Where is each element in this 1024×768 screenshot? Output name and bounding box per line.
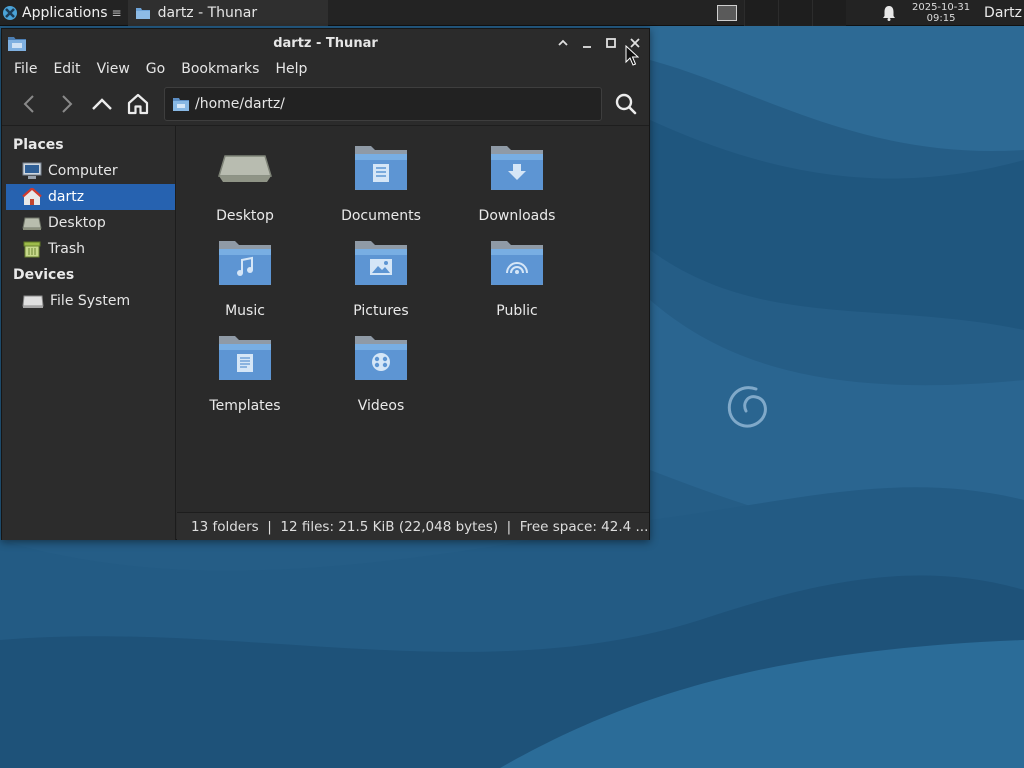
sidebar-item-label: Trash (48, 241, 85, 257)
workspace-preview (717, 4, 738, 21)
file-item-music[interactable]: Music (177, 229, 313, 319)
clock[interactable]: 2025-10-31 09:15 (904, 0, 978, 26)
menu-view[interactable]: View (89, 61, 138, 77)
title-bar[interactable]: dartz - Thunar (2, 29, 649, 57)
places-header: Places (13, 137, 64, 153)
back-button[interactable] (12, 86, 48, 122)
file-item-label: Videos (357, 398, 405, 414)
notification-bell-icon[interactable] (874, 0, 904, 26)
file-view[interactable]: Desktop Documents Downloads Music Pictur… (177, 126, 649, 512)
maximize-icon (606, 38, 616, 48)
file-manager-icon (8, 37, 26, 51)
maximize-button[interactable] (601, 33, 621, 53)
file-item-label: Templates (209, 398, 281, 414)
clock-time: 09:15 (926, 12, 956, 24)
file-item-documents[interactable]: Documents (313, 134, 449, 224)
templates-folder-icon (219, 336, 271, 380)
chevron-up-icon (92, 98, 112, 110)
applications-menu-button[interactable]: Applications ≡ (0, 0, 126, 26)
home-button[interactable] (120, 86, 156, 122)
sidebar-item-desktop[interactable]: Desktop (2, 210, 175, 236)
main-area: Places Computer dartz Desktop Trash Devi… (2, 125, 649, 540)
documents-folder-icon (355, 146, 407, 190)
file-item-label: Desktop (216, 208, 274, 224)
file-item-downloads[interactable]: Downloads (449, 134, 585, 224)
menu-file[interactable]: File (6, 61, 45, 77)
xfce-logo-icon (3, 5, 17, 20)
minimize-button[interactable] (577, 33, 597, 53)
menu-edit[interactable]: Edit (45, 61, 88, 77)
menu-help[interactable]: Help (267, 61, 315, 77)
user-menu[interactable]: Dartz (978, 5, 1024, 21)
home-folder-icon (22, 188, 42, 205)
side-pane: Places Computer dartz Desktop Trash Devi… (2, 126, 176, 540)
chevron-up-icon (558, 39, 568, 46)
status-text: 13 folders | 12 files: 21.5 KiB (22,048 … (191, 518, 649, 535)
taskbar-item-label: dartz - Thunar (157, 4, 258, 21)
computer-icon (22, 162, 42, 179)
folder-icon (135, 7, 150, 19)
file-item-label: Public (496, 303, 538, 319)
public-folder-icon (491, 241, 543, 285)
forward-button[interactable] (48, 86, 84, 122)
workspace-2-button[interactable] (744, 0, 779, 26)
sidebar-item-label: dartz (48, 189, 85, 205)
file-item-desktop[interactable]: Desktop (177, 134, 313, 224)
search-button[interactable] (608, 86, 644, 122)
file-item-pictures[interactable]: Pictures (313, 229, 449, 319)
mouse-pointer-icon (625, 45, 639, 66)
toolbar: /home/dartz/ (2, 81, 649, 127)
workspace-1-button[interactable] (710, 0, 744, 26)
minimize-icon (583, 46, 591, 48)
menu-bookmarks[interactable]: Bookmarks (173, 61, 267, 77)
downloads-folder-icon (491, 146, 543, 190)
trash-icon (23, 241, 41, 258)
window-title: dartz - Thunar (273, 35, 378, 51)
file-item-public[interactable]: Public (449, 229, 585, 319)
folder-icon (173, 98, 189, 111)
music-folder-icon (219, 241, 271, 285)
sidebar-item-label: Computer (48, 163, 118, 179)
workspace-switcher[interactable] (744, 0, 847, 26)
sidebar-item-computer[interactable]: Computer (2, 158, 175, 184)
desktop-folder-icon (217, 155, 273, 182)
location-path: /home/dartz/ (195, 96, 285, 112)
file-item-label: Documents (341, 208, 421, 224)
thunar-window: dartz - Thunar File Edit View Go Bookmar… (1, 28, 650, 540)
sidebar-item-trash[interactable]: Trash (2, 236, 175, 262)
applications-label: Applications (22, 4, 108, 21)
desktop-icon (22, 217, 42, 230)
location-bar[interactable]: /home/dartz/ (164, 87, 602, 121)
file-item-videos[interactable]: Videos (313, 324, 449, 414)
file-item-templates[interactable]: Templates (177, 324, 313, 414)
top-panel: Applications ≡ dartz - Thunar 2025-10-31… (0, 0, 1024, 26)
shade-button[interactable] (553, 33, 573, 53)
home-icon (127, 93, 149, 115)
sidebar-item-file-system[interactable]: File System (2, 288, 175, 314)
sidebar-item-dartz[interactable]: dartz (6, 184, 175, 210)
devices-header: Devices (13, 267, 75, 283)
arrow-left-icon (23, 95, 34, 113)
videos-folder-icon (355, 336, 407, 380)
taskbar-item-thunar[interactable]: dartz - Thunar (127, 0, 328, 26)
status-bar: 13 folders | 12 files: 21.5 KiB (22,048 … (177, 512, 649, 540)
workspace-3-button[interactable] (778, 0, 813, 26)
menu-bar: File Edit View Go Bookmarks Help (2, 57, 649, 81)
file-item-label: Pictures (353, 303, 409, 319)
search-icon (615, 93, 637, 115)
workspace-4-button[interactable] (812, 0, 847, 26)
pictures-folder-icon (355, 241, 407, 285)
sidebar-item-label: File System (50, 293, 131, 309)
arrow-right-icon (62, 95, 73, 113)
menu-go[interactable]: Go (138, 61, 173, 77)
parent-folder-button[interactable] (84, 86, 120, 122)
sidebar-item-label: Desktop (48, 215, 106, 231)
drive-icon (22, 295, 44, 308)
icon-grid: Desktop Documents Downloads Music Pictur… (177, 126, 649, 506)
clock-date: 2025-10-31 (911, 1, 971, 13)
menu-separator-icon: ≡ (111, 5, 122, 20)
file-item-label: Music (225, 303, 265, 319)
file-item-label: Downloads (478, 208, 556, 224)
